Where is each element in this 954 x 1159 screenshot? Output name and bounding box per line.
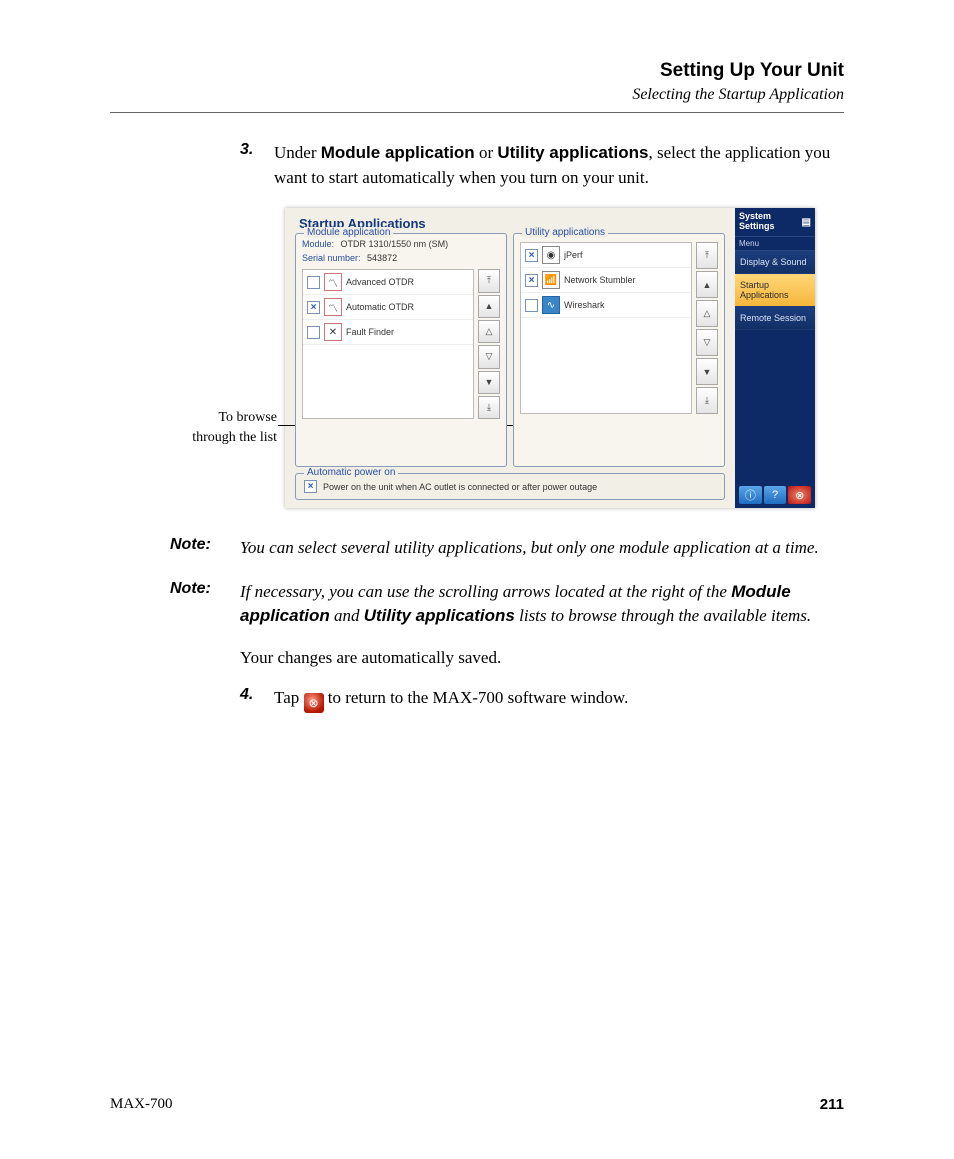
list-item[interactable]: ∿ Wireshark bbox=[521, 293, 691, 318]
module-app-list: 〽 Advanced OTDR × 〽 Automatic OTDR bbox=[302, 269, 474, 419]
step-number: 3. bbox=[240, 141, 274, 190]
scroll-down-button[interactable]: ▽ bbox=[478, 345, 500, 368]
utility-applications-panel: Utility applications × ◉ jPerf × bbox=[513, 233, 725, 467]
startup-applications-window: Startup Applications Module application … bbox=[285, 208, 815, 508]
callout-text: To browse through the list bbox=[110, 208, 285, 508]
list-item[interactable]: × 〽 Automatic OTDR bbox=[303, 295, 473, 320]
footer-page-number: 211 bbox=[820, 1096, 844, 1113]
scroll-pageup-button[interactable]: ▲ bbox=[478, 295, 500, 318]
utility-app-list: × ◉ jPerf × 📶 Network Stumbler bbox=[520, 242, 692, 414]
sidebar-item-remote-session[interactable]: Remote Session bbox=[735, 307, 815, 330]
checkbox[interactable]: × bbox=[525, 249, 538, 262]
module-panel-legend: Module application bbox=[304, 227, 393, 238]
list-item[interactable]: 〽 Advanced OTDR bbox=[303, 270, 473, 295]
info-button[interactable]: ⓘ bbox=[739, 486, 762, 504]
page-header-subtitle: Selecting the Startup Application bbox=[110, 86, 844, 104]
step-4: 4. Tap ⊗ to return to the MAX-700 softwa… bbox=[240, 686, 844, 714]
help-button[interactable]: ? bbox=[764, 486, 787, 504]
close-icon: ⊗ bbox=[304, 693, 324, 713]
scroll-controls: ⤒ ▲ △ ▽ ▼ ⤓ bbox=[696, 242, 718, 414]
auto-power-legend: Automatic power on bbox=[304, 467, 398, 478]
sidebar-heading: System Settings bbox=[739, 212, 802, 232]
note-text: If necessary, you can use the scrolling … bbox=[240, 580, 844, 628]
checkbox[interactable] bbox=[307, 326, 320, 339]
checkbox[interactable]: × bbox=[307, 301, 320, 314]
sidebar: System Settings ▤ Menu Display & Sound S… bbox=[735, 208, 815, 508]
scroll-up-button[interactable]: △ bbox=[696, 300, 718, 327]
footer-product: MAX-700 bbox=[110, 1096, 173, 1113]
scroll-bottom-button[interactable]: ⤓ bbox=[478, 396, 500, 419]
autosave-note: Your changes are automatically saved. bbox=[240, 648, 844, 668]
note-text: You can select several utility applicati… bbox=[240, 536, 819, 560]
step-text: Under Module application or Utility appl… bbox=[274, 141, 844, 190]
checkbox[interactable] bbox=[307, 276, 320, 289]
auto-power-label: Power on the unit when AC outlet is conn… bbox=[323, 482, 597, 492]
note-2: Note: If necessary, you can use the scro… bbox=[170, 580, 844, 628]
step-text: Tap ⊗ to return to the MAX-700 software … bbox=[274, 686, 628, 714]
note-label: Note: bbox=[170, 536, 240, 560]
automatic-power-on-panel: Automatic power on × Power on the unit w… bbox=[295, 473, 725, 500]
note-label: Note: bbox=[170, 580, 240, 628]
scroll-down-button[interactable]: ▽ bbox=[696, 329, 718, 356]
step-number: 4. bbox=[240, 686, 274, 714]
scroll-top-button[interactable]: ⤒ bbox=[696, 242, 718, 269]
checkbox[interactable]: × bbox=[304, 480, 317, 493]
list-item[interactable]: × ◉ jPerf bbox=[521, 243, 691, 268]
module-application-panel: Module application Module: OTDR 1310/155… bbox=[295, 233, 507, 467]
scroll-pagedown-button[interactable]: ▼ bbox=[696, 358, 718, 385]
page-header-title: Setting Up Your Unit bbox=[110, 60, 844, 82]
note-1: Note: You can select several utility app… bbox=[170, 536, 844, 560]
checkbox[interactable]: × bbox=[525, 274, 538, 287]
fault-icon: ✕ bbox=[324, 323, 342, 341]
scroll-up-button[interactable]: △ bbox=[478, 320, 500, 343]
otdr-icon: 〽 bbox=[324, 298, 342, 316]
module-info: Module: OTDR 1310/1550 nm (SM) Serial nu… bbox=[302, 238, 500, 265]
sidebar-menu-label: Menu bbox=[735, 237, 815, 251]
step-3: 3. Under Module application or Utility a… bbox=[240, 141, 844, 190]
scroll-bottom-button[interactable]: ⤓ bbox=[696, 387, 718, 414]
close-button[interactable]: ⊗ bbox=[788, 486, 811, 504]
sidebar-item-display-sound[interactable]: Display & Sound bbox=[735, 251, 815, 274]
otdr-icon: 〽 bbox=[324, 273, 342, 291]
scroll-pageup-button[interactable]: ▲ bbox=[696, 271, 718, 298]
scroll-top-button[interactable]: ⤒ bbox=[478, 269, 500, 292]
list-item[interactable]: ✕ Fault Finder bbox=[303, 320, 473, 345]
sidebar-item-startup-applications[interactable]: Startup Applications bbox=[735, 274, 815, 307]
antenna-icon: 📶 bbox=[542, 271, 560, 289]
device-icon: ▤ bbox=[802, 217, 811, 228]
scroll-controls: ⤒ ▲ △ ▽ ▼ ⤓ bbox=[478, 269, 500, 419]
checkbox[interactable] bbox=[525, 299, 538, 312]
list-item[interactable]: × 📶 Network Stumbler bbox=[521, 268, 691, 293]
utility-panel-legend: Utility applications bbox=[522, 227, 608, 238]
scroll-pagedown-button[interactable]: ▼ bbox=[478, 371, 500, 394]
wireshark-icon: ∿ bbox=[542, 296, 560, 314]
header-rule bbox=[110, 112, 844, 113]
jperf-icon: ◉ bbox=[542, 246, 560, 264]
